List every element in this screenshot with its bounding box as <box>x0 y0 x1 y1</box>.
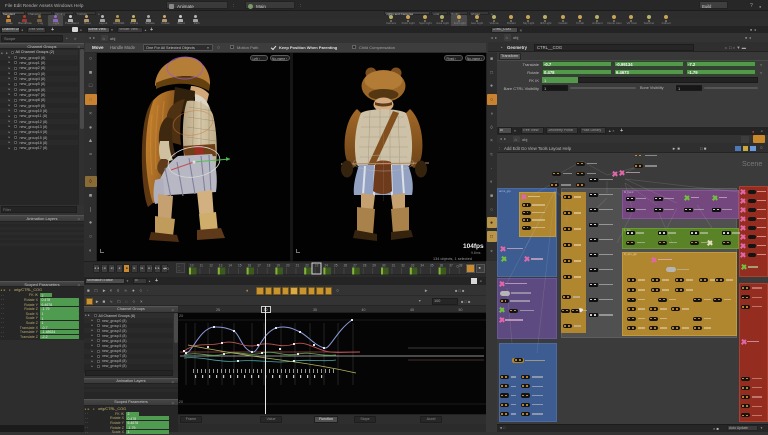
svg-text:18: 18 <box>267 264 271 268</box>
svg-text:12: 12 <box>209 264 213 268</box>
svg-text:17: 17 <box>257 264 261 268</box>
svg-text:16: 16 <box>248 264 252 268</box>
svg-text:36: 36 <box>440 264 444 268</box>
svg-text:22: 22 <box>305 264 309 268</box>
svg-text:15: 15 <box>238 264 242 268</box>
svg-text:11: 11 <box>200 264 204 268</box>
svg-text:21: 21 <box>296 264 300 268</box>
svg-text:10: 10 <box>190 264 194 268</box>
svg-text:19: 19 <box>276 264 280 268</box>
svg-text:20: 20 <box>286 264 290 268</box>
svg-text:32: 32 <box>401 264 405 268</box>
svg-text:26: 26 <box>344 264 348 268</box>
svg-text:30: 30 <box>382 264 386 268</box>
svg-text:37: 37 <box>449 264 453 268</box>
svg-text:23: 23 <box>315 264 319 268</box>
svg-text:38: 38 <box>459 264 463 268</box>
svg-text:25: 25 <box>334 264 338 268</box>
svg-text:27: 27 <box>353 264 357 268</box>
svg-text:31: 31 <box>392 264 396 268</box>
svg-text:33: 33 <box>411 264 415 268</box>
svg-text:24: 24 <box>324 264 328 268</box>
svg-text:13: 13 <box>219 264 223 268</box>
svg-text:34: 34 <box>420 264 424 268</box>
svg-text:14: 14 <box>228 264 232 268</box>
svg-text:29: 29 <box>372 264 376 268</box>
svg-text:35: 35 <box>430 264 434 268</box>
svg-text:28: 28 <box>363 264 367 268</box>
